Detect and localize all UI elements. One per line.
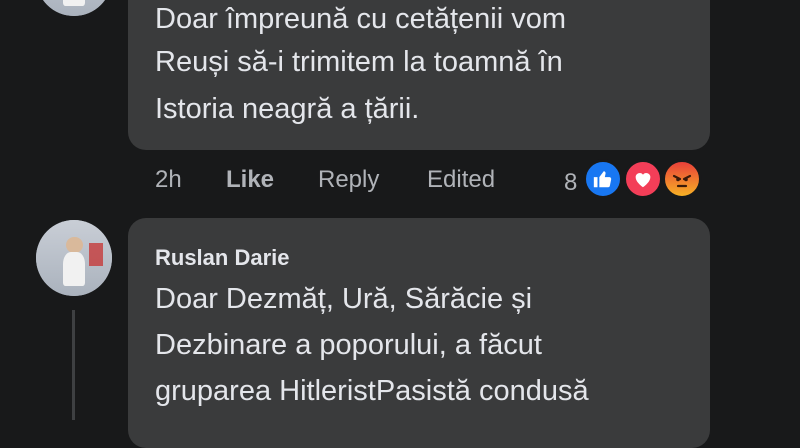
reply-button[interactable]: Reply bbox=[318, 166, 379, 194]
edited-label[interactable]: Edited bbox=[427, 166, 495, 194]
comment-text-line: Doar Dezmăț, Ură, Sărăcie și bbox=[155, 283, 533, 315]
comment-text-line: gruparea HitleristPasistă condusă bbox=[155, 375, 589, 407]
thread-line bbox=[72, 310, 75, 420]
like-button[interactable]: Like bbox=[226, 166, 274, 194]
comment-timestamp[interactable]: 2h bbox=[155, 166, 182, 194]
comment-text-line: Doar împreună cu cetățenii vom bbox=[155, 3, 567, 35]
comment-text-line: Dezbinare a poporului, a făcut bbox=[155, 329, 542, 361]
comment-author[interactable]: Ruslan Darie bbox=[155, 245, 290, 271]
comment-text-line: Reuși să-i trimitem la toamnă în bbox=[155, 46, 563, 78]
comment-text-line: Istoria neagră a țării. bbox=[155, 93, 420, 125]
avatar-ruslan-darie[interactable] bbox=[36, 220, 112, 296]
like-icon[interactable] bbox=[583, 159, 623, 199]
avatar-top[interactable] bbox=[36, 0, 112, 16]
reaction-count[interactable]: 8 bbox=[564, 169, 577, 197]
angry-icon[interactable] bbox=[662, 159, 702, 199]
love-icon[interactable] bbox=[623, 159, 663, 199]
